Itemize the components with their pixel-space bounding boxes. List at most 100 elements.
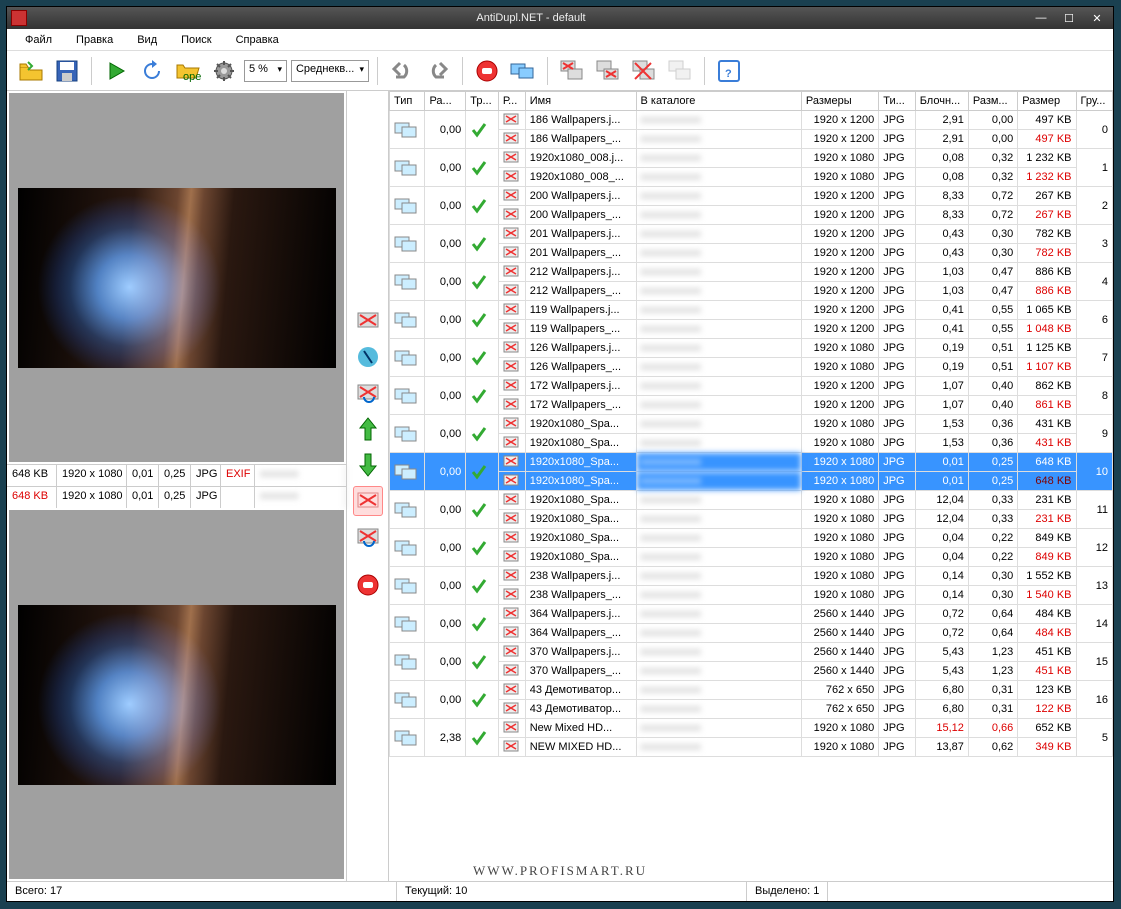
table-row[interactable]: 43 Демотиватор...xxxxxxxxxxx762 x 650JPG…	[390, 700, 1113, 719]
table-row[interactable]: 0,00126 Wallpapers.j...xxxxxxxxxxx1920 x…	[390, 339, 1113, 358]
move-first-button[interactable]	[353, 378, 383, 408]
help-icon[interactable]: ?	[713, 55, 745, 87]
threshold-combo[interactable]: 5 %	[244, 60, 287, 82]
table-row[interactable]: 0,001920x1080_Spa...xxxxxxxxxxx1920 x 10…	[390, 491, 1113, 510]
table-row[interactable]: 0,00212 Wallpapers.j...xxxxxxxxxxx1920 x…	[390, 263, 1113, 282]
col-size[interactable]: Размер	[1018, 92, 1076, 111]
browse-images-icon[interactable]	[507, 55, 539, 87]
table-row[interactable]: 1920x1080_Spa...xxxxxxxxxxx1920 x 1080JP…	[390, 548, 1113, 567]
cell-size: 122 KB	[1018, 700, 1076, 719]
undo-icon[interactable]	[386, 55, 418, 87]
cell-type	[390, 301, 425, 339]
move-second-button[interactable]	[353, 522, 383, 552]
maximize-button[interactable]: ☐	[1057, 10, 1081, 26]
table-row[interactable]: 0,00364 Wallpapers.j...xxxxxxxxxxx2560 x…	[390, 605, 1113, 624]
table-row[interactable]: 238 Wallpapers_...xxxxxxxxxxx1920 x 1080…	[390, 586, 1113, 605]
cell-folder: xxxxxxxxxxx	[636, 187, 801, 206]
col-diff[interactable]: Ра...	[425, 92, 466, 111]
table-row[interactable]: 0,00201 Wallpapers.j...xxxxxxxxxxx1920 x…	[390, 225, 1113, 244]
table-row[interactable]: 0,00186 Wallpapers.j...xxxxxxxxxxx1920 x…	[390, 111, 1113, 130]
menu-help[interactable]: Справка	[226, 31, 289, 49]
table-row[interactable]: 1920x1080_008_...xxxxxxxxxxx1920 x 1080J…	[390, 168, 1113, 187]
table-row[interactable]: 370 Wallpapers_...xxxxxxxxxxx2560 x 1440…	[390, 662, 1113, 681]
table-row[interactable]: 0,00119 Wallpapers.j...xxxxxxxxxxx1920 x…	[390, 301, 1113, 320]
table-row[interactable]: 0,001920x1080_Spa...xxxxxxxxxxx1920 x 10…	[390, 415, 1113, 434]
cell-dims: 1920 x 1080	[801, 529, 878, 548]
table-row[interactable]: 1920x1080_Spa...xxxxxxxxxxx1920 x 1080JP…	[390, 472, 1113, 491]
cell-dims: 1920 x 1200	[801, 206, 878, 225]
cell-name: 200 Wallpapers_...	[525, 206, 636, 225]
menu-view[interactable]: Вид	[127, 31, 167, 49]
arrow-up-button[interactable]	[353, 414, 383, 444]
delete-first-button[interactable]	[353, 306, 383, 336]
delete-second-icon[interactable]	[592, 55, 624, 87]
table-row[interactable]: 126 Wallpapers_...xxxxxxxxxxx1920 x 1080…	[390, 358, 1113, 377]
table-row[interactable]: 364 Wallpapers_...xxxxxxxxxxx2560 x 1440…	[390, 624, 1113, 643]
mistaken-icon[interactable]	[664, 55, 696, 87]
table-row[interactable]: 0,00200 Wallpapers.j...xxxxxxxxxxx1920 x…	[390, 187, 1113, 206]
results-grid[interactable]: Тип Ра... Тр... Р... Имя В каталоге Разм…	[389, 91, 1113, 881]
table-row[interactable]: 212 Wallpapers_...xxxxxxxxxxx1920 x 1200…	[390, 282, 1113, 301]
minimize-button[interactable]: —	[1029, 10, 1053, 26]
open-folder-icon[interactable]	[15, 55, 47, 87]
menu-edit[interactable]: Правка	[66, 31, 123, 49]
preview-top[interactable]	[9, 93, 344, 462]
cell-block: 1,03	[915, 263, 968, 282]
col-name[interactable]: Имя	[525, 92, 636, 111]
cell-metric: 0,30	[968, 567, 1017, 586]
stop-icon[interactable]	[471, 55, 503, 87]
table-row[interactable]: 0,001920x1080_008.j...xxxxxxxxxxx1920 x …	[390, 149, 1113, 168]
table-row[interactable]: NEW MIXED HD...xxxxxxxxxxx1920 x 1080JPG…	[390, 738, 1113, 757]
not-duplicate-button[interactable]	[353, 570, 383, 600]
table-row[interactable]: 1920x1080_Spa...xxxxxxxxxxx1920 x 1080JP…	[390, 510, 1113, 529]
table-row[interactable]: 200 Wallpapers_...xxxxxxxxxxx1920 x 1200…	[390, 206, 1113, 225]
folder-open-icon[interactable]: open	[172, 55, 204, 87]
table-row[interactable]: 0,00238 Wallpapers.j...xxxxxxxxxxx1920 x…	[390, 567, 1113, 586]
close-button[interactable]: ✕	[1085, 10, 1109, 26]
menu-file[interactable]: Файл	[15, 31, 62, 49]
table-row[interactable]: 1920x1080_Spa...xxxxxxxxxxx1920 x 1080JP…	[390, 434, 1113, 453]
delete-first-icon[interactable]	[556, 55, 588, 87]
cell-name: 1920x1080_Spa...	[525, 453, 636, 472]
preview-bottom[interactable]	[9, 510, 344, 879]
col-metric[interactable]: Разм...	[968, 92, 1017, 111]
rename-first-button[interactable]	[353, 342, 383, 372]
delete-both-icon[interactable]	[628, 55, 660, 87]
col-format[interactable]: Ти...	[879, 92, 916, 111]
cell-transform	[466, 643, 499, 681]
table-row[interactable]: 201 Wallpapers_...xxxxxxxxxxx1920 x 1200…	[390, 244, 1113, 263]
cell-size: 1 540 KB	[1018, 586, 1076, 605]
cell-block: 1,53	[915, 415, 968, 434]
table-row[interactable]: 0,001920x1080_Spa...xxxxxxxxxxx1920 x 10…	[390, 453, 1113, 472]
col-hint[interactable]: Р...	[498, 92, 525, 111]
delete-second-button[interactable]	[353, 486, 383, 516]
table-row[interactable]: 0,001920x1080_Spa...xxxxxxxxxxx1920 x 10…	[390, 529, 1113, 548]
cell-diff: 0,00	[425, 111, 466, 149]
col-block[interactable]: Блочн...	[915, 92, 968, 111]
col-folder[interactable]: В каталоге	[636, 92, 801, 111]
menu-search[interactable]: Поиск	[171, 31, 221, 49]
table-row[interactable]: 186 Wallpapers_...xxxxxxxxxxx1920 x 1200…	[390, 130, 1113, 149]
play-icon[interactable]	[100, 55, 132, 87]
col-group[interactable]: Гру...	[1076, 92, 1112, 111]
table-row[interactable]: 0,00172 Wallpapers.j...xxxxxxxxxxx1920 x…	[390, 377, 1113, 396]
table-row[interactable]: 0,0043 Демотиватор...xxxxxxxxxxx762 x 65…	[390, 681, 1113, 700]
table-row[interactable]: 119 Wallpapers_...xxxxxxxxxxx1920 x 1200…	[390, 320, 1113, 339]
col-type[interactable]: Тип	[390, 92, 425, 111]
cell-size: 849 KB	[1018, 529, 1076, 548]
table-row[interactable]: 2,38New Mixed HD...xxxxxxxxxxx1920 x 108…	[390, 719, 1113, 738]
table-row[interactable]: 172 Wallpapers_...xxxxxxxxxxx1920 x 1200…	[390, 396, 1113, 415]
redo-icon[interactable]	[422, 55, 454, 87]
col-dims[interactable]: Размеры	[801, 92, 878, 111]
refresh-icon[interactable]	[136, 55, 168, 87]
arrow-down-button[interactable]	[353, 450, 383, 480]
table-row[interactable]: 0,00370 Wallpapers.j...xxxxxxxxxxx2560 x…	[390, 643, 1113, 662]
cell-metric: 0,51	[968, 358, 1017, 377]
options-gear-icon[interactable]	[208, 55, 240, 87]
algorithm-combo[interactable]: Среднекв...	[291, 60, 369, 82]
cell-dims: 762 x 650	[801, 681, 878, 700]
save-icon[interactable]	[51, 55, 83, 87]
cell-hint	[498, 282, 525, 301]
col-transform[interactable]: Тр...	[466, 92, 499, 111]
cell-metric: 0,30	[968, 225, 1017, 244]
